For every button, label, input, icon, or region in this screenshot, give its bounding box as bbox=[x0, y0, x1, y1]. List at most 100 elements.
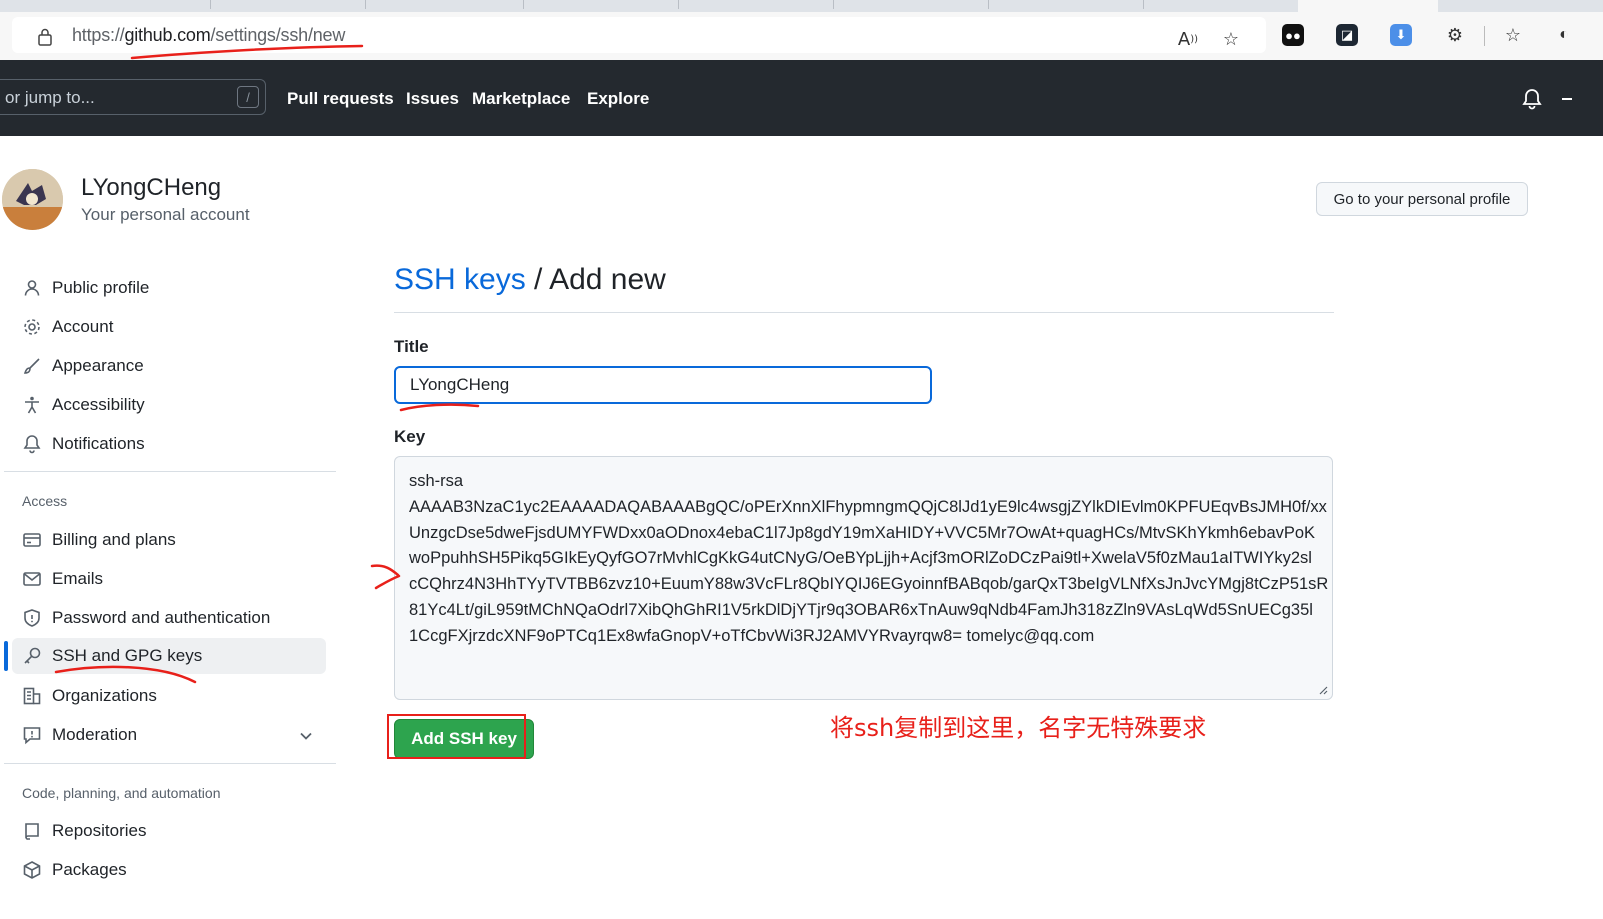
package-icon bbox=[22, 860, 42, 880]
sidebar-item-appearance[interactable]: Appearance bbox=[12, 348, 326, 384]
organization-icon bbox=[22, 686, 42, 706]
sidebar-item-label: Organizations bbox=[52, 686, 157, 705]
browser-tab[interactable] bbox=[60, 0, 211, 9]
key-line: 1CcgFXjrzdcXNF9oPTCq1Ex8wfaGnopV+oTfCbvW… bbox=[409, 626, 1095, 645]
resize-grip-icon[interactable] bbox=[1318, 685, 1328, 695]
extension-icon[interactable]: ⬇ bbox=[1390, 24, 1412, 46]
sidebar-item-label: Notifications bbox=[52, 434, 145, 453]
address-bar[interactable]: https://github.com/settings/ssh/new A)) … bbox=[12, 17, 1266, 53]
browser-tab[interactable] bbox=[365, 0, 524, 9]
sidebar-item-password-and-authentication[interactable]: Password and authentication bbox=[12, 600, 326, 636]
search-placeholder: or jump to... bbox=[5, 88, 95, 107]
annotation-note: 将ssh复制到这里，名字无特殊要求 bbox=[830, 714, 1207, 742]
sidebar-item-label: Public profile bbox=[52, 278, 150, 297]
sidebar-heading-code: Code, planning, and automation bbox=[22, 785, 221, 801]
bell-icon bbox=[22, 434, 42, 454]
title-divider bbox=[394, 312, 1334, 313]
sidebar-item-account[interactable]: Account bbox=[12, 309, 326, 345]
breadcrumb-current: Add new bbox=[549, 263, 666, 296]
repo-icon bbox=[22, 821, 42, 841]
person-icon bbox=[22, 278, 42, 298]
title-field-label: Title bbox=[394, 337, 429, 356]
key-textarea[interactable]: ssh-rsa AAAAB3NzaC1yc2EAAAADAQABAAABgQC/… bbox=[394, 456, 1333, 700]
sidebar-item-emails[interactable]: Emails bbox=[12, 561, 326, 597]
sidebar-item-accessibility[interactable]: Accessibility bbox=[12, 387, 326, 423]
key-line: 81Yc4Lt/giL959tMChNQaOdrl7XibQhGhRI1V5rk… bbox=[409, 600, 1313, 619]
create-new-icon[interactable] bbox=[1562, 98, 1572, 100]
credit-card-icon bbox=[22, 530, 42, 550]
nav-explore[interactable]: Explore bbox=[587, 89, 649, 109]
toolbar-divider bbox=[1484, 26, 1485, 46]
browser-tab[interactable] bbox=[833, 0, 989, 9]
browser-tab[interactable] bbox=[678, 0, 834, 9]
breadcrumb-separator: / bbox=[525, 263, 550, 296]
paintbrush-icon bbox=[22, 356, 42, 376]
key-line: UnzgcDse5dweFjsdUMYFWDxx0aODnox4ebaC1l7J… bbox=[409, 523, 1316, 542]
sidebar-item-label: Account bbox=[52, 317, 114, 336]
sidebar-item-label: Emails bbox=[52, 569, 104, 588]
sidebar-item-label: Packages bbox=[52, 860, 127, 879]
browser-tab[interactable] bbox=[210, 0, 366, 9]
sidebar-item-organizations[interactable]: Organizations bbox=[12, 678, 326, 714]
lock-icon[interactable] bbox=[38, 28, 52, 46]
shield-icon bbox=[22, 608, 42, 628]
nav-marketplace[interactable]: Marketplace bbox=[472, 89, 570, 109]
extensions-puzzle-icon[interactable]: ⚙ bbox=[1444, 24, 1466, 46]
accessibility-icon bbox=[22, 395, 42, 415]
sidebar-heading-access: Access bbox=[22, 493, 68, 509]
url-scheme: https:// bbox=[72, 25, 125, 45]
key-line: AAAAB3NzaC1yc2EAAAADAQABAAABgQC/oPErXnnX… bbox=[409, 497, 1327, 516]
browser-tab[interactable] bbox=[1143, 0, 1299, 9]
annotation-underline-title bbox=[399, 403, 480, 412]
sidebar-item-label: SSH and GPG keys bbox=[52, 646, 203, 665]
favorites-icon[interactable]: ☆ bbox=[1502, 24, 1524, 46]
sidebar-item-notifications[interactable]: Notifications bbox=[12, 426, 326, 462]
url-text[interactable]: https://github.com/settings/ssh/new bbox=[72, 25, 345, 46]
url-host: github.com bbox=[124, 25, 211, 45]
sidebar-item-label: Billing and plans bbox=[52, 530, 176, 549]
extension-icon[interactable]: ●● bbox=[1282, 24, 1304, 46]
avatar[interactable] bbox=[2, 169, 63, 230]
annotation-highlight-box bbox=[387, 714, 526, 759]
sidebar-item-billing[interactable]: Billing and plans bbox=[12, 522, 326, 558]
key-line: cCQhrz4N3HhTYyTVTBB6zvz10+EuumY88w3VcFLr… bbox=[409, 575, 1329, 594]
github-header: or jump to... / Pull requests Issues Mar… bbox=[0, 60, 1603, 136]
account-subtitle: Your personal account bbox=[81, 205, 250, 224]
sidebar-item-label: Accessibility bbox=[52, 395, 145, 414]
nav-issues[interactable]: Issues bbox=[406, 89, 459, 109]
breadcrumb-ssh-keys-link[interactable]: SSH keys bbox=[394, 263, 526, 296]
mail-icon bbox=[22, 569, 42, 589]
notifications-bell-icon[interactable] bbox=[1521, 88, 1543, 110]
browser-tab[interactable] bbox=[988, 0, 1144, 9]
gear-icon bbox=[22, 317, 42, 337]
sidebar-item-label: Appearance bbox=[52, 356, 144, 375]
search-input[interactable]: or jump to... / bbox=[0, 79, 266, 115]
key-icon bbox=[22, 646, 42, 666]
key-line: woPpuhhSH5Pikq5GIkEyQyfGO7rMvhlCgKkG4utC… bbox=[409, 549, 1312, 568]
read-aloud-icon[interactable]: A)) bbox=[1176, 27, 1200, 51]
address-bar-row: https://github.com/settings/ssh/new A)) … bbox=[0, 12, 1603, 60]
sidebar-item-packages[interactable]: Packages bbox=[12, 852, 326, 888]
search-shortcut-badge: / bbox=[237, 86, 259, 108]
extension-icon[interactable]: ◪ bbox=[1336, 24, 1358, 46]
sidebar-item-moderation[interactable]: Moderation bbox=[12, 717, 326, 753]
account-name: LYongCHeng bbox=[81, 174, 222, 201]
active-indicator bbox=[4, 641, 8, 671]
add-favorite-icon[interactable]: ☆ bbox=[1219, 27, 1243, 51]
browser-tab[interactable] bbox=[523, 0, 679, 9]
key-line: ssh-rsa bbox=[409, 472, 464, 490]
sidebar-item-repositories[interactable]: Repositories bbox=[12, 813, 326, 849]
sidebar-item-ssh-and-gpg-keys[interactable]: SSH and GPG keys bbox=[12, 638, 326, 674]
sidebar-item-public-profile[interactable]: Public profile bbox=[12, 270, 326, 306]
title-input[interactable] bbox=[394, 366, 932, 404]
sidebar-divider bbox=[4, 763, 336, 764]
key-field-label: Key bbox=[394, 427, 426, 446]
sidebar-item-label: Password and authentication bbox=[52, 608, 271, 627]
sidebar-item-label: Moderation bbox=[52, 725, 138, 744]
nav-pull-requests[interactable]: Pull requests bbox=[287, 89, 394, 109]
go-to-profile-button[interactable]: Go to your personal profile bbox=[1316, 182, 1528, 216]
sidebar-divider bbox=[4, 471, 336, 472]
collections-icon[interactable]: ◐ bbox=[1553, 24, 1575, 46]
active-browser-tab[interactable] bbox=[1298, 0, 1438, 12]
chevron-down-icon[interactable] bbox=[298, 728, 314, 744]
